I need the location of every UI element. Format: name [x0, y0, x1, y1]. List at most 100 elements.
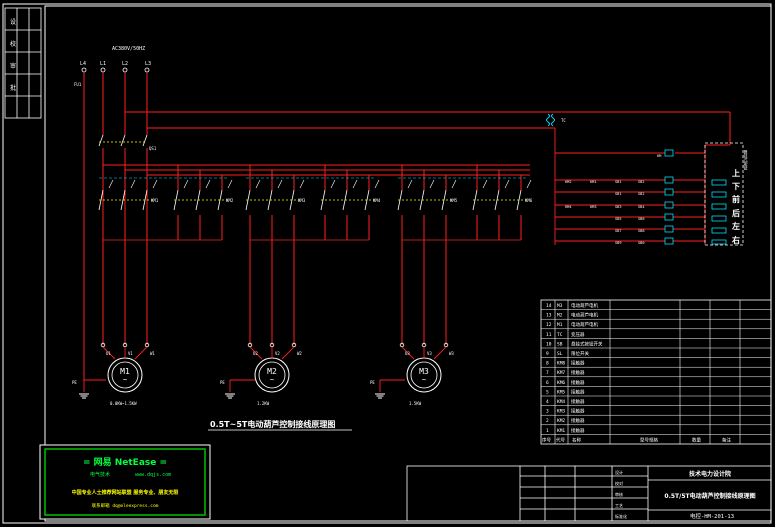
motor-terminal-label: V3	[427, 351, 432, 356]
schematic-drawing: 设 校 审 批 AC380V/50HZ L4 L1 L2 L3 FU1 QS1	[2, 3, 772, 524]
motor-lead	[134, 346, 148, 360]
pendant-title: 悬挂式按钮	[744, 149, 749, 171]
logo-line4: 中国专业人士推荐网站联盟 服务专业、朋友无限	[72, 489, 180, 496]
svg-text:右: 右	[731, 235, 740, 245]
parts-row-no: 12	[546, 322, 552, 328]
logo-line2: 电气技术	[90, 471, 110, 478]
diagram-title: 0.5T~5T电动葫芦控制接线原理图	[210, 419, 335, 429]
svg-text:SB2: SB2	[638, 192, 645, 196]
motor-terminal-label: V2	[275, 351, 280, 356]
aux-contact	[255, 179, 261, 189]
svg-text:KM: KM	[657, 154, 662, 158]
aux-contact	[374, 179, 380, 189]
control-coils	[664, 149, 674, 245]
parts-row-no: 4	[546, 399, 549, 405]
svg-text:SB9: SB9	[615, 241, 622, 245]
contactor-label: KM1	[151, 198, 159, 203]
parts-row-no: 11	[546, 332, 552, 338]
ground-label: PE	[220, 380, 225, 385]
aux-contact	[526, 179, 532, 189]
motor-terminal-label: U2	[253, 351, 258, 356]
aux-contact	[482, 179, 488, 189]
parts-row-code: M2	[557, 313, 563, 319]
parts-row-code: KM6	[557, 380, 565, 386]
aux-contact	[407, 179, 413, 189]
svg-text:SB1: SB1	[615, 192, 622, 196]
phase-label-l4: L4	[80, 61, 86, 67]
parts-row-no: 14	[546, 303, 552, 309]
motor-terminal-label: U1	[106, 351, 111, 356]
ground-label: PE	[370, 380, 375, 385]
svg-text:批: 批	[10, 84, 16, 92]
motor-lead	[433, 346, 447, 360]
fuse-label: FU1	[74, 82, 82, 87]
transformer	[546, 113, 555, 127]
motor-terminal-label: U3	[405, 351, 410, 356]
svg-text:校: 校	[10, 40, 16, 48]
aux-contact	[429, 179, 435, 189]
parts-header-cell: 代号	[556, 436, 565, 443]
motor-rating: 1.5KW	[409, 401, 422, 406]
svg-text:设计: 设计	[615, 469, 623, 475]
svg-text:SB4: SB4	[638, 205, 645, 209]
parts-row-code: KM2	[557, 418, 565, 424]
svg-text:前: 前	[732, 194, 740, 204]
parts-row-no: 5	[546, 389, 549, 395]
logo-line1: = 网易 NetEase =	[83, 457, 167, 468]
aux-contact	[108, 179, 114, 189]
svg-text:审: 审	[10, 62, 16, 70]
supply-label: AC380V/50HZ	[112, 46, 145, 52]
parts-row-name: 悬挂式按钮开关	[571, 340, 603, 347]
motor-tilde: ~	[270, 376, 274, 384]
svg-text:KM2: KM2	[565, 180, 572, 184]
logo-box: = 网易 NetEase = 电气技术 www.dqjs.com 中国专业人士推…	[39, 444, 211, 520]
parts-row-code: KM5	[557, 389, 565, 395]
aux-contact	[504, 179, 510, 189]
parts-row-no: 6	[546, 380, 549, 386]
supply-terminals	[81, 67, 150, 73]
left-stamp-table: 设 校 审 批	[4, 7, 42, 119]
svg-text:SB3: SB3	[615, 205, 622, 209]
aux-contact	[330, 179, 336, 189]
ground-label: PE	[72, 380, 77, 385]
motor-lead	[281, 346, 295, 360]
aux-contact	[352, 179, 358, 189]
parts-header-cell: 名称	[572, 436, 581, 443]
ground-icon	[224, 393, 236, 399]
motor-tilde: ~	[422, 376, 426, 384]
main-supply-wires	[83, 72, 731, 380]
parts-row-code: KM3	[557, 409, 565, 415]
motor-terminal-label: V1	[128, 351, 133, 356]
parts-row-no: 13	[546, 313, 552, 319]
phase-label-l2: L2	[122, 61, 128, 67]
aux-contact	[277, 179, 283, 189]
ground-icon	[374, 393, 386, 399]
title-block-labels: 设计 校对 审核 工艺 标准化	[615, 469, 627, 519]
parts-row-code: KM4	[557, 399, 565, 405]
title-block-company: 技术电力设计院	[689, 470, 731, 478]
svg-text:上: 上	[732, 168, 740, 178]
main-breaker	[98, 134, 148, 147]
phase-label-l1: L1	[100, 61, 106, 67]
aux-contact	[227, 179, 233, 189]
pendant-direction-labels: 上 下 前 后 左 右	[731, 168, 740, 245]
parts-row-no: 1	[546, 428, 549, 434]
motor-rating: 1.2KW	[257, 401, 270, 406]
parts-header-cell: 序号	[542, 436, 551, 443]
parts-row-code: M1	[557, 322, 563, 328]
svg-text:后: 后	[732, 208, 740, 218]
parts-row-name: 接触器	[571, 360, 585, 367]
parts-row-no: 3	[546, 409, 549, 415]
parts-row-name: 接触器	[571, 388, 585, 395]
svg-text:标准化: 标准化	[615, 513, 627, 519]
parts-row-code: TC	[557, 332, 563, 338]
svg-text:下: 下	[732, 182, 740, 191]
parts-row-no: 7	[546, 370, 549, 376]
aux-contact	[299, 179, 305, 189]
contactor-label: KM4	[373, 198, 381, 203]
parts-row-name: 电动葫芦电机	[571, 312, 598, 319]
svg-text:KM4: KM4	[565, 205, 572, 209]
parts-row-code: M3	[557, 303, 563, 309]
parts-row-code: SL	[557, 351, 563, 357]
breaker-label: QS1	[149, 146, 157, 151]
